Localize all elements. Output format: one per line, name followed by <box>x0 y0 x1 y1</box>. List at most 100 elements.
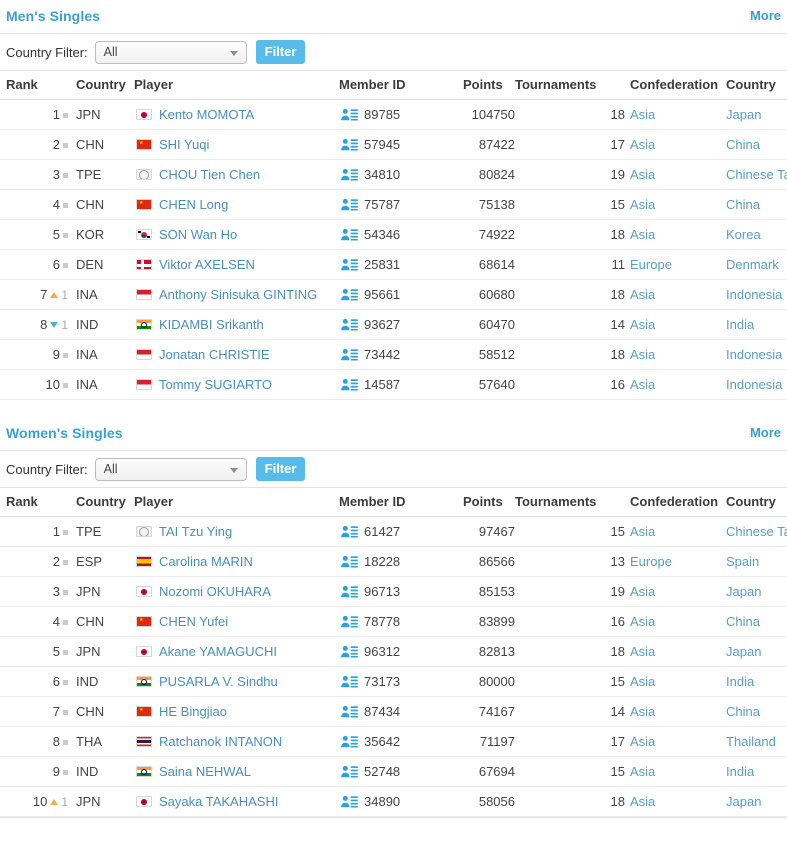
member-id-value: 34810 <box>364 167 401 182</box>
player-link[interactable]: Kento MOMOTA <box>159 107 254 122</box>
table-row: 1 TPE TAI Tzu Ying 61427 97467 15 Asia Chinese … <box>0 516 787 547</box>
rank-movement <box>63 709 68 715</box>
confederation-link[interactable]: Asia <box>630 227 655 242</box>
more-link[interactable]: More <box>750 425 781 440</box>
country-link[interactable]: India <box>726 317 754 332</box>
country-link[interactable]: Indonesia <box>726 287 782 302</box>
confederation-link[interactable]: Asia <box>630 734 655 749</box>
confederation-link[interactable]: Asia <box>630 347 655 362</box>
country-link[interactable]: China <box>726 614 760 629</box>
player-link[interactable]: TAI Tzu Ying <box>159 524 232 539</box>
filter-button[interactable]: Filter <box>255 40 306 64</box>
country-link[interactable]: China <box>726 704 760 719</box>
player-link[interactable]: PUSARLA V. Sindhu <box>159 674 278 689</box>
rank-movement <box>63 559 68 565</box>
player-cell: CHOU Tien Chen <box>134 159 339 190</box>
country-link[interactable]: Chinese Taipei <box>726 524 787 539</box>
country-link[interactable]: Indonesia <box>726 377 782 392</box>
player-link[interactable]: HE Bingjiao <box>159 704 227 719</box>
player-link[interactable]: KIDAMBI Srikanth <box>159 317 264 332</box>
player-link[interactable]: Jonatan CHRISTIE <box>159 347 270 362</box>
player-link[interactable]: Nozomi OKUHARA <box>159 584 271 599</box>
country-filter-select[interactable]: All <box>94 457 247 481</box>
player-link[interactable]: Sayaka TAKAHASHI <box>159 794 278 809</box>
confederation-link[interactable]: Europe <box>630 257 672 272</box>
table-row: 4 CHN ★ CHEN Yufei 78778 83899 16 Asia China <box>0 606 787 637</box>
player-link[interactable]: Viktor AXELSEN <box>159 257 255 272</box>
country-link[interactable]: Denmark <box>726 257 779 272</box>
confederation-link[interactable]: Asia <box>630 287 655 302</box>
country-link[interactable]: Spain <box>726 554 759 569</box>
column-header-member-id: Member ID <box>339 488 463 517</box>
country-link[interactable]: Thailand <box>726 734 776 749</box>
section-title[interactable]: Men's Singles <box>6 8 100 24</box>
confederation-link[interactable]: Asia <box>630 137 655 152</box>
country-link[interactable]: Indonesia <box>726 347 782 362</box>
confederation-link[interactable]: Asia <box>630 704 655 719</box>
country-cell: Japan <box>726 636 787 667</box>
rankings-table: Rank Country Player Member ID Points Tourname… <box>0 71 787 400</box>
player-link[interactable]: Anthony Sinisuka GINTING <box>159 287 317 302</box>
confederation-cell: Asia <box>630 279 726 310</box>
flag-icon-in <box>136 766 152 777</box>
country-code: INA <box>68 279 134 310</box>
country-filter-select[interactable]: All <box>94 40 247 64</box>
country-link[interactable]: China <box>726 197 760 212</box>
rank-number: 5 <box>52 644 60 659</box>
player-link[interactable]: Saina NEHWAL <box>159 764 251 779</box>
player-link[interactable]: Carolina MARIN <box>159 554 253 569</box>
id-card-icon <box>341 108 358 121</box>
flag-icon-tw <box>136 169 152 180</box>
confederation-link[interactable]: Asia <box>630 107 655 122</box>
more-link[interactable]: More <box>750 8 781 23</box>
rank-cell: 3 <box>0 159 68 190</box>
confederation-link[interactable]: Asia <box>630 764 655 779</box>
player-link[interactable]: Akane YAMAGUCHI <box>159 644 277 659</box>
confederation-link[interactable]: Asia <box>630 674 655 689</box>
confederation-link[interactable]: Asia <box>630 584 655 599</box>
country-link[interactable]: Japan <box>726 644 761 659</box>
country-link[interactable]: India <box>726 764 754 779</box>
confederation-link[interactable]: Asia <box>630 317 655 332</box>
confederation-link[interactable]: Asia <box>630 197 655 212</box>
confederation-link[interactable]: Asia <box>630 524 655 539</box>
country-link[interactable]: China <box>726 137 760 152</box>
confederation-link[interactable]: Asia <box>630 377 655 392</box>
player-link[interactable]: CHEN Yufei <box>159 614 228 629</box>
member-id-cell: 73442 <box>339 339 463 370</box>
confederation-link[interactable]: Asia <box>630 644 655 659</box>
rank-number: 1 <box>52 524 60 539</box>
points-value: 83899 <box>463 606 515 637</box>
confederation-link[interactable]: Europe <box>630 554 672 569</box>
player-link[interactable]: Ratchanok INTANON <box>159 734 282 749</box>
rank-cell: 10 <box>0 369 68 400</box>
country-link[interactable]: Chinese Taipei <box>726 167 787 182</box>
confederation-link[interactable]: Asia <box>630 167 655 182</box>
section-title[interactable]: Women's Singles <box>6 425 123 441</box>
filter-button[interactable]: Filter <box>255 457 306 481</box>
confederation-cell: Asia <box>630 756 726 787</box>
country-link[interactable]: Japan <box>726 794 761 809</box>
player-link[interactable]: SON Wan Ho <box>159 227 237 242</box>
rank-up-icon <box>50 291 59 298</box>
rank-unchanged-icon <box>63 173 68 178</box>
id-card-icon <box>341 138 358 151</box>
confederation-link[interactable]: Asia <box>630 614 655 629</box>
country-cell: Korea <box>726 219 787 250</box>
points-value: 86566 <box>463 546 515 577</box>
player-link[interactable]: SHI Yuqi <box>159 137 209 152</box>
country-link[interactable]: Japan <box>726 107 761 122</box>
confederation-link[interactable]: Asia <box>630 794 655 809</box>
rank-unchanged-icon <box>63 143 68 148</box>
country-link[interactable]: India <box>726 674 754 689</box>
rank-number: 6 <box>52 257 60 272</box>
tournaments-value: 17 <box>515 726 630 757</box>
player-link[interactable]: CHOU Tien Chen <box>159 167 260 182</box>
player-link[interactable]: Tommy SUGIARTO <box>159 377 272 392</box>
country-link[interactable]: Japan <box>726 584 761 599</box>
rank-movement <box>63 619 68 625</box>
player-link[interactable]: CHEN Long <box>159 197 228 212</box>
country-link[interactable]: Korea <box>726 227 761 242</box>
rank-unchanged-icon <box>63 113 68 118</box>
country-filter-label: Country Filter: <box>6 44 88 60</box>
